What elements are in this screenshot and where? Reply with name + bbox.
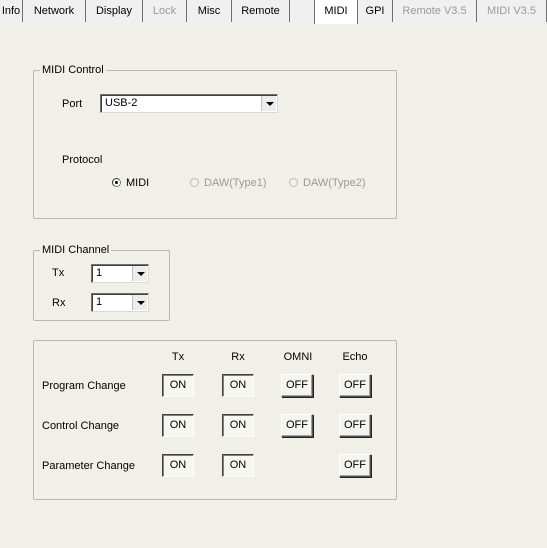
- column-header-tx: Tx: [171, 351, 185, 363]
- protocol-radio-midi[interactable]: MIDI: [112, 177, 149, 190]
- row-label-control-change: Control Change: [42, 420, 120, 432]
- protocol-radio-daw-type1[interactable]: DAW(Type1): [190, 177, 267, 190]
- protocol-radio-label: MIDI: [126, 177, 150, 189]
- control-change-tx-toggle[interactable]: ON: [162, 414, 194, 437]
- tab-info[interactable]: Info: [0, 0, 23, 22]
- port-label: Port: [62, 98, 83, 110]
- port-value: USB-2: [105, 97, 138, 109]
- tab-misc[interactable]: Misc: [187, 0, 232, 22]
- protocol-label: Protocol: [62, 154, 103, 166]
- tx-channel-label: Tx: [52, 267, 65, 279]
- tx-channel-value: 1: [96, 267, 103, 279]
- tab-display[interactable]: Display: [86, 0, 143, 22]
- rx-channel-label: Rx: [52, 297, 66, 309]
- protocol-radio-label: DAW(Type1): [204, 177, 267, 189]
- column-header-rx: Rx: [231, 351, 245, 363]
- midi-panel: MIDI Control Port USB-2 Protocol MIDI DA…: [0, 23, 547, 548]
- parameter-change-rx-toggle[interactable]: ON: [222, 454, 254, 477]
- program-change-rx-toggle[interactable]: ON: [222, 374, 254, 397]
- radio-selected-icon: [112, 178, 121, 187]
- parameter-change-echo-toggle[interactable]: OFF: [339, 454, 371, 477]
- protocol-radio-daw-type2[interactable]: DAW(Type2): [289, 177, 366, 190]
- port-select[interactable]: USB-2: [100, 94, 278, 113]
- row-label-parameter-change: Parameter Change: [42, 460, 135, 472]
- tab-remote-v35[interactable]: Remote V3.5: [393, 0, 477, 22]
- radio-icon: [190, 178, 199, 187]
- tab-midi[interactable]: MIDI: [314, 0, 358, 24]
- chevron-down-icon[interactable]: [132, 295, 147, 310]
- tab-midi-v35[interactable]: MIDI V3.5: [477, 0, 547, 22]
- control-change-echo-toggle[interactable]: OFF: [339, 414, 371, 437]
- tab-network[interactable]: Network: [23, 0, 86, 22]
- rx-channel-value: 1: [96, 296, 103, 308]
- program-change-echo-toggle[interactable]: OFF: [339, 374, 371, 397]
- column-header-omni: OMNI: [283, 351, 313, 363]
- radio-icon: [289, 178, 298, 187]
- midi-channel-title: MIDI Channel: [40, 244, 112, 257]
- column-header-echo: Echo: [342, 351, 368, 363]
- program-change-tx-toggle[interactable]: ON: [162, 374, 194, 397]
- tab-bar: Info Network Display Lock Misc Remote MI…: [0, 0, 547, 24]
- midi-message-group: Tx Rx OMNI Echo Program Change ON ON OFF…: [33, 340, 397, 500]
- midi-control-group: MIDI Control Port USB-2 Protocol MIDI DA…: [33, 64, 397, 219]
- chevron-down-icon[interactable]: [261, 96, 276, 111]
- row-label-program-change: Program Change: [42, 380, 126, 392]
- tab-gpi[interactable]: GPI: [358, 0, 393, 22]
- rx-channel-select[interactable]: 1: [91, 293, 149, 312]
- program-change-omni-toggle[interactable]: OFF: [281, 374, 313, 397]
- midi-channel-group: MIDI Channel Tx 1 Rx 1: [33, 244, 170, 321]
- midi-control-title: MIDI Control: [40, 64, 106, 77]
- chevron-down-icon[interactable]: [132, 266, 147, 281]
- control-change-omni-toggle[interactable]: OFF: [281, 414, 313, 437]
- tab-remote[interactable]: Remote: [232, 0, 290, 22]
- protocol-radio-label: DAW(Type2): [303, 177, 366, 189]
- parameter-change-tx-toggle[interactable]: ON: [162, 454, 194, 477]
- tx-channel-select[interactable]: 1: [91, 264, 149, 283]
- control-change-rx-toggle[interactable]: ON: [222, 414, 254, 437]
- tab-lock[interactable]: Lock: [143, 0, 187, 22]
